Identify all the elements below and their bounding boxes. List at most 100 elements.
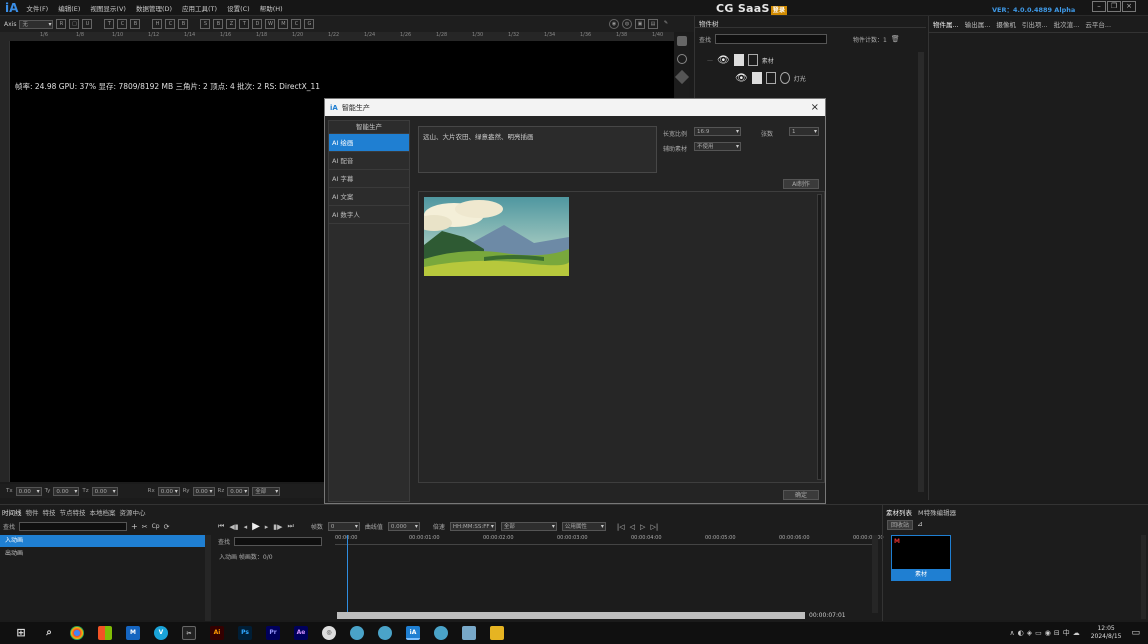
trash-icon[interactable]: 🗑 (891, 35, 900, 43)
eye-icon[interactable]: 👁 (735, 73, 748, 84)
menu-data[interactable]: 数据管理(D) (136, 3, 172, 13)
sidebar-item-ai-subtitle[interactable]: AI 字幕 (329, 170, 409, 188)
tree-row[interactable]: 👁 灯光 (735, 72, 806, 84)
sidebar-item-ai-painting[interactable]: AI 绘画 (329, 134, 409, 152)
add-icon[interactable]: + (131, 522, 138, 531)
track-row-out[interactable]: 出动画 (0, 548, 205, 560)
tool-icon[interactable]: C (117, 19, 128, 29)
close-icon[interactable]: × (1122, 1, 1136, 12)
tool-icon[interactable]: G (304, 19, 315, 29)
refresh-icon[interactable]: ⟳ (164, 523, 170, 531)
search-icon[interactable]: ⌕ (42, 626, 56, 640)
login-badge[interactable]: 登录 (770, 6, 788, 15)
tool-icon[interactable]: Z (226, 19, 237, 29)
system-tray-icons[interactable]: ∧◐◈▭◉⊟中☁ (1010, 628, 1083, 638)
timeline-search-input[interactable] (19, 522, 128, 531)
save-icon[interactable]: ▣ (635, 19, 645, 29)
property-select[interactable]: 公用属性 (561, 522, 606, 531)
restore-icon[interactable]: ❐ (1107, 1, 1121, 12)
tool-icon[interactable]: C (291, 19, 302, 29)
track-row-in[interactable]: 入动画 (0, 535, 205, 547)
prompt-input[interactable]: 远山、大片农田、绿意盎然、明亮插画 (418, 126, 657, 173)
ry-field[interactable]: 0.00 (192, 486, 215, 496)
prev-key-icon[interactable]: ◀▮ (229, 523, 238, 531)
app-icon[interactable] (350, 626, 364, 640)
menu-edit[interactable]: 编辑(E) (58, 3, 80, 13)
tool-icon[interactable]: B (213, 19, 224, 29)
photoshop-icon[interactable]: Ps (238, 626, 252, 640)
menu-settings[interactable]: 设置(C) (227, 3, 250, 13)
visio-icon[interactable]: V (154, 626, 168, 640)
sidebar-item-ai-digital-human[interactable]: AI 数字人 (329, 206, 409, 224)
tab-material-list[interactable]: 素材列表 (886, 507, 912, 517)
timeline-vscroll[interactable] (872, 535, 878, 613)
tool-icon[interactable]: U (82, 19, 93, 29)
tool-icon[interactable]: H (152, 19, 163, 29)
confirm-button[interactable]: 确定 (783, 490, 819, 500)
generated-landscape-image[interactable] (424, 197, 569, 276)
mail-icon[interactable]: M (126, 626, 140, 640)
tool-icon[interactable]: □ (69, 19, 80, 29)
pin-icon[interactable]: ⊿ (917, 520, 923, 528)
rx-field[interactable]: 0.00 (157, 486, 180, 496)
menu-help[interactable]: 帮助(H) (260, 3, 283, 13)
tab-special-editor[interactable]: M特殊编辑器 (918, 507, 956, 517)
notification-icon[interactable]: ▭ (1131, 628, 1140, 638)
tab-object-props[interactable]: 物件属... (933, 19, 959, 29)
app-icon[interactable] (462, 626, 476, 640)
scope-select[interactable]: 全部 (500, 522, 557, 531)
aspect-ratio-select[interactable]: 16:9 (694, 127, 741, 136)
timeline-hscroll[interactable] (337, 612, 805, 619)
material-thumbnail[interactable]: M 素材 (891, 535, 951, 581)
first-frame-icon[interactable]: ⏮ (218, 522, 224, 531)
tab-camera[interactable]: 摄像机 (996, 19, 1016, 29)
frame-input[interactable]: 0 (327, 522, 360, 531)
tab-batch-render[interactable]: 批次渲... (1054, 19, 1080, 29)
ia-app-icon[interactable]: iA (406, 626, 420, 640)
app-icon[interactable] (378, 626, 392, 640)
recycle-bin-button[interactable]: 回收站 (887, 520, 913, 530)
capcut-icon[interactable]: ✂ (182, 626, 196, 640)
lock-icon[interactable] (751, 72, 762, 84)
cut-icon[interactable]: ✂ (142, 523, 148, 531)
menu-tools[interactable]: 应用工具(T) (182, 3, 217, 13)
menu-file[interactable]: 文件(F) (26, 3, 48, 13)
pen-icon[interactable]: ✎ (661, 19, 671, 29)
layer-icon[interactable] (677, 36, 687, 46)
tool-icon[interactable]: D (252, 19, 263, 29)
illustrator-icon[interactable]: Ai (210, 626, 224, 640)
tab-local-archive[interactable]: 本地档案 (90, 507, 116, 517)
tz-field[interactable]: 0.00 (91, 486, 118, 496)
gallery-scrollbar[interactable] (817, 194, 822, 480)
last-frame-icon[interactable]: ⏭ (288, 522, 294, 531)
aftereffects-icon[interactable]: Ae (294, 626, 308, 640)
premiere-icon[interactable]: Pr (266, 626, 280, 640)
chrome-icon[interactable] (70, 626, 84, 640)
copy-icon[interactable]: Cp (152, 523, 160, 530)
next-key-icon[interactable]: ▮▶ (273, 523, 282, 531)
tab-effects[interactable]: 特技 (43, 507, 56, 517)
tool-icon[interactable]: B (178, 19, 189, 29)
tool-icon[interactable]: S (200, 19, 211, 29)
sidebar-item-ai-copywriting[interactable]: AI 文案 (329, 188, 409, 206)
tab-cloud[interactable]: 云平台... (1085, 19, 1111, 29)
play-icon[interactable]: ▶ (252, 521, 260, 532)
count-select[interactable]: 1 (789, 127, 819, 136)
record-icon[interactable]: ◍ (622, 19, 632, 29)
tool-icon[interactable]: W (265, 19, 276, 29)
track-scrollbar[interactable] (205, 535, 211, 621)
render-icon[interactable]: ◉ (609, 19, 619, 29)
eye-icon[interactable]: 👁 (717, 55, 730, 66)
time-format-select[interactable]: HH:MM:SS:FF (449, 522, 496, 531)
key-last-icon[interactable]: ▷| (650, 523, 658, 531)
store-icon[interactable] (98, 626, 112, 640)
tree-row[interactable]: — 👁 素材 (707, 54, 774, 66)
minimize-icon[interactable]: – (1092, 1, 1106, 12)
step-forward-icon[interactable]: ▸ (265, 523, 269, 531)
app-icon[interactable]: ◎ (322, 626, 336, 640)
menu-view[interactable]: 视图显示(V) (90, 3, 126, 13)
tool-icon[interactable]: M (278, 19, 289, 29)
tool-icon[interactable]: T (104, 19, 115, 29)
tab-resource-center[interactable]: 资源中心 (120, 507, 146, 517)
windows-start-icon[interactable]: ⊞ (14, 626, 28, 640)
